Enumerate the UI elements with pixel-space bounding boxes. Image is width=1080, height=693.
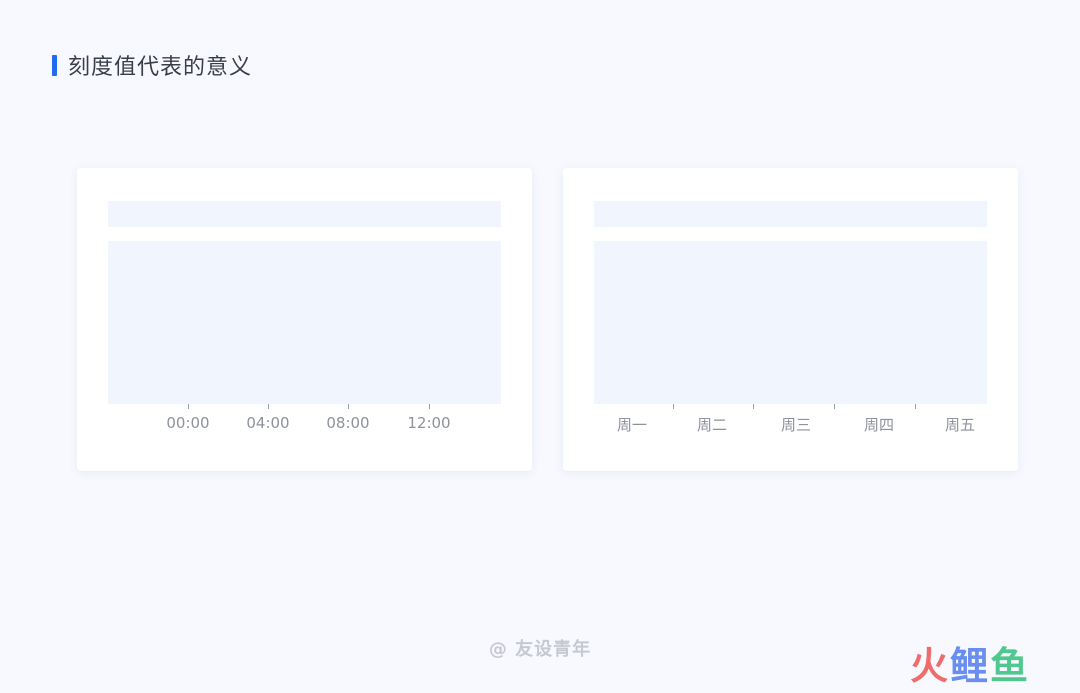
axis-tick-label: 08:00 (326, 414, 370, 432)
page-title: 刻度值代表的意义 (68, 55, 253, 80)
axis-category-label: 周四 (863, 416, 894, 434)
axis-tick (834, 404, 835, 409)
logo-char: 鲤 (950, 644, 989, 688)
axis-tick (268, 404, 269, 409)
axis-tick (673, 404, 674, 409)
brand-logo: 火 鲤 鱼 (910, 645, 1028, 687)
axis-tick (915, 404, 916, 409)
section-header: 刻度值代表的意义 (52, 50, 252, 80)
axis-tick (188, 404, 189, 409)
axis-category-label: 周二 (696, 416, 727, 434)
axis-category-label: 周五 (944, 416, 975, 434)
axis-tick (429, 404, 430, 409)
chart-card-weekday: 周一 周二 周三 周四 周五 (563, 168, 1018, 471)
axis-tick (753, 404, 754, 409)
logo-char: 鱼 (990, 644, 1029, 688)
placeholder-strip (108, 201, 501, 227)
plot-area (594, 241, 987, 404)
axis-tick (348, 404, 349, 409)
axis-category-label: 周一 (616, 416, 647, 434)
axis-tick-label: 12:00 (407, 414, 451, 432)
logo-char: 火 (910, 644, 949, 688)
axis-tick-label: 00:00 (166, 414, 210, 432)
plot-area (108, 241, 501, 404)
axis-category-label: 周三 (780, 416, 811, 434)
axis-tick-label: 04:00 (246, 414, 290, 432)
chart-card-time: 00:00 04:00 08:00 12:00 (77, 168, 532, 471)
placeholder-strip (594, 201, 987, 227)
title-accent-bar (52, 54, 57, 76)
